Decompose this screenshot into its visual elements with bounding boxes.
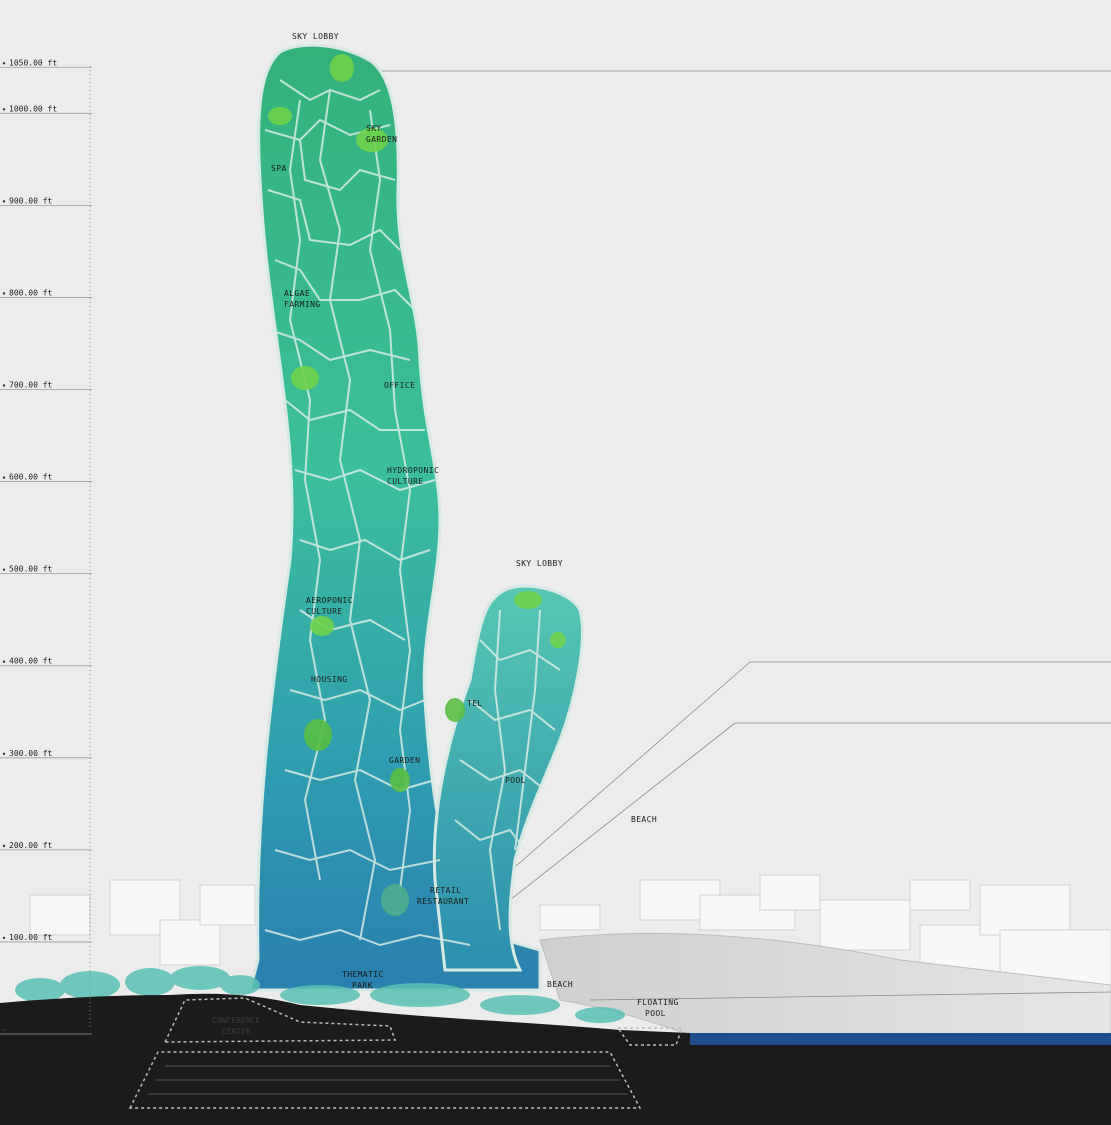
water-section bbox=[690, 1033, 1111, 1045]
scale-tick-dot bbox=[2, 108, 6, 111]
label-floating-pool-1: FLOATING bbox=[637, 998, 679, 1007]
label-sky-lobby-top: SKY LOBBY bbox=[292, 32, 339, 41]
scale-tick-dot bbox=[2, 844, 6, 848]
tower-section-diagram: 1050.00 ft 1000.00 ft 900.00 ft 800.00 ft 70… bbox=[0, 0, 1111, 1125]
label-thematic-park-1: THEMATIC bbox=[342, 970, 384, 979]
label-office: OFFICE bbox=[384, 381, 415, 390]
scale-tick-label: 500.00 ft bbox=[9, 565, 53, 574]
scale-tick-dot bbox=[2, 476, 6, 479]
scale-tick-dot bbox=[2, 752, 6, 755]
label-sky-garden-2: GARDEN bbox=[366, 135, 397, 144]
scale-tick-label: 400.00 ft bbox=[9, 657, 53, 666]
label-hydroponic-culture-2: CULTURE bbox=[387, 477, 424, 486]
scale-tick-label: 200.00 ft bbox=[9, 841, 53, 850]
scale-tick-dot bbox=[2, 1028, 6, 1032]
label-garden: GARDEN bbox=[389, 756, 420, 765]
label-aeroponic-culture-1: AEROPONIC bbox=[306, 596, 353, 605]
scale-tick-label: 300.00 ft bbox=[9, 749, 53, 758]
label-beach-upper: BEACH bbox=[631, 815, 657, 824]
label-housing: HOUSING bbox=[311, 675, 348, 684]
label-hotel: TEL bbox=[467, 699, 483, 708]
scale-tick-dot bbox=[2, 660, 6, 663]
scale-tick-dot bbox=[2, 568, 6, 571]
scale-tick-label: 1000.00 ft bbox=[9, 104, 57, 113]
scale-tick-label: 800.00 ft bbox=[9, 288, 53, 297]
label-algae-farming-2: FARMING bbox=[284, 300, 321, 309]
label-algae-farming-1: ALGAE bbox=[284, 289, 310, 298]
label-pool: POOL bbox=[505, 776, 526, 785]
label-beach-lower: BEACH bbox=[547, 980, 573, 989]
scale-tick-label: 0.00 ft bbox=[9, 1025, 43, 1034]
scale-tick-dot bbox=[2, 292, 6, 295]
scale-tick-label: 100.00 ft bbox=[9, 933, 53, 942]
label-conference-center-1: CONFERENCE bbox=[212, 1016, 260, 1025]
label-sky-lobby-low: SKY LOBBY bbox=[516, 559, 563, 568]
label-conference-center-2: CENTER bbox=[222, 1027, 251, 1036]
label-floating-pool-2: POOL bbox=[645, 1009, 666, 1018]
label-spa: SPA bbox=[271, 164, 287, 173]
scale-tick-label: 900.00 ft bbox=[9, 196, 53, 205]
label-hydroponic-culture-1: HYDROPONIC bbox=[387, 466, 439, 475]
scale-tick-label: 600.00 ft bbox=[9, 473, 53, 482]
scale-tick-dot bbox=[2, 200, 6, 203]
label-retail-restaurant-2: RESTAURANT bbox=[417, 897, 469, 906]
scale-tick-label: 1050.00 ft bbox=[9, 58, 57, 67]
label-sky-garden-1: SKY bbox=[366, 124, 382, 133]
label-thematic-park-2: PARK bbox=[352, 981, 373, 990]
scale-tick-label: 700.00 ft bbox=[9, 381, 53, 390]
label-aeroponic-culture-2: CULTURE bbox=[306, 607, 343, 616]
label-retail-restaurant-1: RETAIL bbox=[430, 886, 461, 895]
scale-tick-dot bbox=[2, 62, 6, 65]
scale-tick-dot bbox=[2, 384, 6, 387]
scale-tick-dot bbox=[2, 936, 6, 940]
